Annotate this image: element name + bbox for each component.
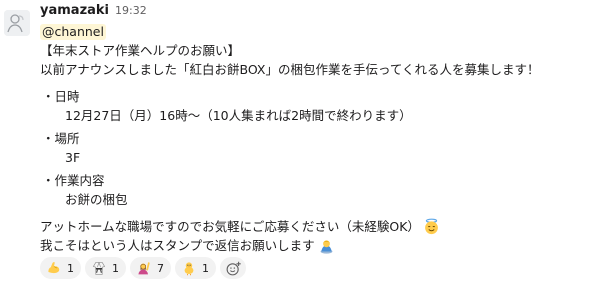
message-title: 【年末ストア作業ヘルプのお願い】 [40,43,241,58]
section-detail-task: お餅の梱包 [65,192,128,207]
person-bowing-icon [318,237,335,254]
smiling-face-with-halo-icon [423,218,440,235]
section-detail-place: 3F [65,150,81,165]
add-reaction-icon [226,261,241,275]
channel-mention[interactable]: @channel [40,24,106,40]
section-detail-datetime: 12月27日（月）16時〜（10人集まれば2時間で終わります） [65,108,412,123]
reaction-person-raising-hand[interactable]: 7 [130,257,171,279]
martial-arts-uniform-icon [91,260,107,276]
avatar[interactable] [4,10,30,36]
baby-chick-icon [181,260,197,276]
closing-line-1: アットホームな職場ですのでお気軽にご応募ください（未経験OK） [40,219,420,234]
message-body: @channel 【年末ストア作業ヘルプのお願い】 以前アナウンスしました「紅白… [40,23,600,256]
reaction-count: 1 [112,261,119,275]
chat-message: yamazaki 19:32 @channel 【年末ストア作業ヘルプのお願い】… [0,0,615,285]
default-avatar-icon [4,10,30,36]
message-header: yamazaki 19:32 [40,3,147,21]
add-reaction-button[interactable] [220,257,246,279]
reaction-flexed-biceps[interactable]: 1 [40,257,81,279]
section-heading-datetime: ・日時 [42,89,80,104]
section-heading-task: ・作業内容 [42,173,105,188]
flexed-biceps-icon [46,260,62,276]
person-raising-hand-icon [136,260,152,276]
username[interactable]: yamazaki [40,3,109,18]
reaction-count: 1 [202,261,209,275]
reaction-martial-arts-uniform[interactable]: 1 [85,257,126,279]
reaction-baby-chick[interactable]: 1 [175,257,216,279]
reactions-bar: 1 1 7 1 [40,257,246,279]
timestamp[interactable]: 19:32 [115,4,147,17]
reaction-count: 7 [157,261,164,275]
closing-line-2: 我こそはという人はスタンプで返信お願いします [40,238,315,253]
message-intro: 以前アナウンスしました「紅白お餅BOX」の梱包作業を手伝ってくれる人を募集します… [40,62,540,77]
section-heading-place: ・場所 [42,131,80,146]
reaction-count: 1 [67,261,74,275]
